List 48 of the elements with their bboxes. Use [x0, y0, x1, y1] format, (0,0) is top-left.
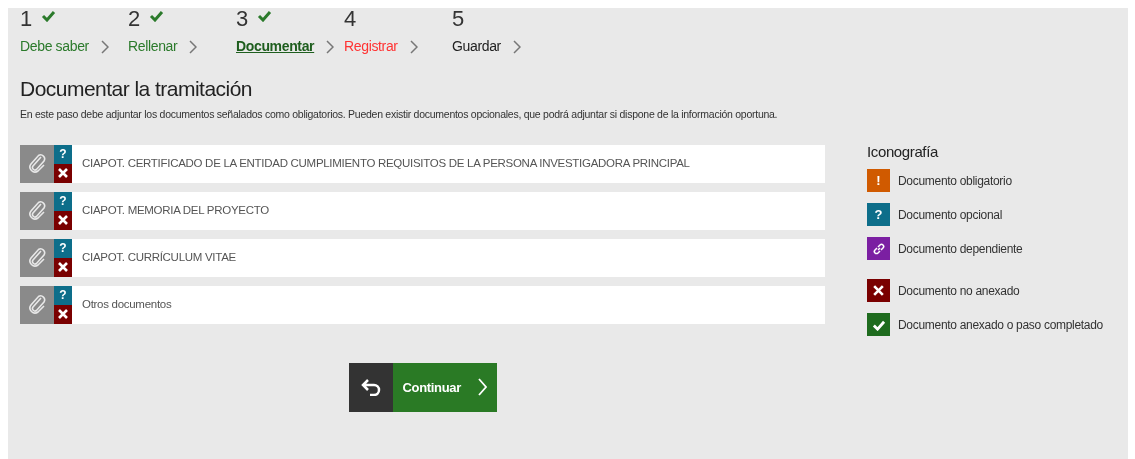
legend-badge: ?	[867, 203, 890, 227]
attach-button[interactable]	[20, 238, 54, 277]
document-title: CIAPOT. MEMORIA DEL PROYECTO	[82, 203, 269, 219]
attach-button[interactable]	[20, 191, 54, 230]
requirement-badge: ?	[54, 285, 72, 305]
step-link[interactable]: Registrar	[344, 36, 398, 57]
requirement-badge: ?	[54, 238, 72, 258]
legend-badge: !	[867, 169, 890, 193]
paperclip-icon	[27, 246, 47, 269]
back-button[interactable]	[348, 362, 393, 412]
chevron-icon	[100, 39, 109, 54]
back-arrow-icon	[359, 378, 382, 397]
link-icon	[867, 237, 890, 261]
step-link[interactable]: Guardar	[452, 36, 501, 57]
step-number: 3	[236, 8, 249, 30]
paperclip-icon	[27, 152, 47, 175]
step-number: 4	[344, 8, 357, 30]
requirement-badge: ?	[54, 144, 72, 164]
chevron-icon	[326, 39, 335, 54]
check-icon	[867, 313, 890, 337]
document-title: CIAPOT. CURRÍCULUM VITAE	[82, 250, 236, 266]
chevron-icon	[189, 39, 198, 54]
chevron-icon	[512, 39, 521, 54]
chevron-icon	[409, 39, 418, 54]
document-title: CIAPOT. CERTIFICADO DE LA ENTIDAD CUMPLIMIENTO REQUISITOS DE LA PERSONA INVESTIGADORA PRINCIPAL	[82, 156, 690, 172]
legend-label: Documento no anexado	[898, 282, 1020, 300]
step-number: 1	[20, 8, 33, 30]
instructions-text: En este paso debe adjuntar los documentos señalados como obligatorios. Pueden existir documentos opcionales, que podrá adjuntar si dispone de la información oportuna.	[20, 107, 779, 122]
legend-title: Iconografía	[867, 141, 940, 162]
step-number: 5	[452, 8, 465, 30]
requirement-badge: ?	[54, 191, 72, 211]
document-title: Otros documentos	[82, 297, 172, 313]
paperclip-icon	[27, 199, 47, 222]
step-link[interactable]: Rellenar	[128, 36, 178, 57]
page-title: Documentar la tramitación	[20, 76, 253, 102]
legend-label: Documento anexado o paso completado	[898, 316, 1103, 334]
cross-icon	[867, 279, 890, 303]
step-number: 2	[128, 8, 141, 30]
legend-label: Documento obligatorio	[898, 172, 1012, 190]
attach-button[interactable]	[20, 285, 54, 324]
paperclip-icon	[27, 293, 47, 316]
legend-label: Documento opcional	[898, 206, 1002, 224]
chevron-icon	[477, 378, 487, 397]
step-link[interactable]: Documentar	[236, 36, 315, 57]
legend-label: Documento dependiente	[898, 240, 1023, 258]
step-link[interactable]: Debe saber	[20, 36, 89, 57]
continue-button[interactable]: Continuar	[392, 362, 497, 412]
attach-button[interactable]	[20, 144, 54, 183]
